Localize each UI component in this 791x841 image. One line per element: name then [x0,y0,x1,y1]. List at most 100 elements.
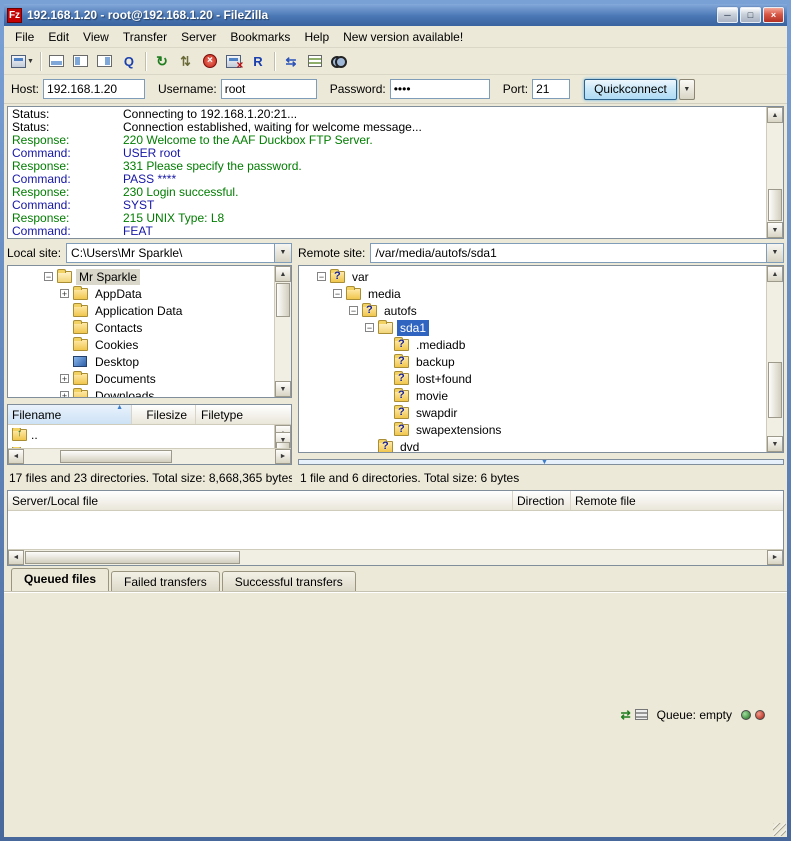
toggle-local-tree-button[interactable] [69,49,93,73]
refresh-button[interactable]: ↻ [150,49,174,73]
process-queue-button[interactable]: ⇄ [174,49,198,73]
scroll-right-arrow[interactable]: ► [275,449,291,464]
menu-edit[interactable]: Edit [41,27,76,47]
scroll-left-arrow[interactable]: ◄ [8,449,24,464]
queue-horizontal-scrollbar[interactable]: ◄ ► [8,549,783,565]
tree-item-movie[interactable]: movie [299,387,783,404]
scrollbar-thumb[interactable] [768,362,782,418]
tree-item-mediadb[interactable]: .mediadb [299,336,783,353]
scroll-right-arrow[interactable]: ► [767,550,783,565]
expand-icon[interactable] [60,289,69,298]
column-header-filetype[interactable]: Filetype [196,405,291,424]
local-list-horizontal-scrollbar[interactable]: ◄ ► [8,448,291,464]
toggle-remote-tree-button[interactable] [93,49,117,73]
port-input[interactable] [532,79,570,99]
scrollbar-thumb[interactable] [25,551,240,564]
collapse-icon[interactable] [317,272,326,281]
local-list-vertical-scrollbar[interactable]: ▲ ▼ [274,425,291,448]
site-manager-button[interactable]: ▼ [9,49,36,73]
menu-server[interactable]: Server [174,27,223,47]
tree-item-contacts[interactable]: Contacts [8,319,291,336]
find-files-button[interactable] [327,49,351,73]
combo-dropdown-icon[interactable]: ▼ [766,244,783,262]
tree-item-autofs[interactable]: autofs [299,302,783,319]
statusbar: ⇄ Queue: empty [4,591,787,837]
column-header-remote-file[interactable]: Remote file [571,491,783,510]
synchronized-browsing-button[interactable] [303,49,327,73]
quickconnect-button[interactable]: Quickconnect [584,79,677,100]
tree-item-desktop[interactable]: Desktop [8,353,291,370]
tab-failed-transfers[interactable]: Failed transfers [111,571,220,591]
tree-item-dvd[interactable]: dvd [299,438,783,453]
tree-item-media[interactable]: media [299,285,783,302]
reconnect-button[interactable]: R [246,49,270,73]
collapse-icon[interactable] [349,306,358,315]
tab-queued-files[interactable]: Queued files [11,568,109,591]
password-input[interactable] [390,79,490,99]
tree-item-swapdir[interactable]: swapdir [299,404,783,421]
menu-bookmarks[interactable]: Bookmarks [223,27,297,47]
titlebar[interactable]: Fz 192.168.1.20 - root@192.168.1.20 - Fi… [4,4,787,26]
expand-icon[interactable] [60,374,69,383]
scrollbar-thumb[interactable] [768,189,782,221]
expand-icon[interactable] [60,391,69,398]
minimize-button[interactable]: ─ [717,7,738,23]
column-header-direction[interactable]: Direction [513,491,571,510]
close-button[interactable]: × [763,7,784,23]
menu-view[interactable]: View [76,27,116,47]
collapse-icon[interactable] [44,272,53,281]
remote-site-combo[interactable]: /var/media/autofs/sda1 ▼ [370,243,784,263]
collapse-icon[interactable] [333,289,342,298]
tree-item-documents[interactable]: Documents [8,370,291,387]
toggle-message-log-button[interactable] [45,49,69,73]
tree-item-appdata[interactable]: AppData [8,285,291,302]
tree-item-sda1[interactable]: sda1 [299,319,783,336]
open-folder-icon [378,322,393,334]
tree-item-downloads[interactable]: Downloads [8,387,291,398]
host-input[interactable] [43,79,145,99]
local-tree-vertical-scrollbar[interactable]: ▲ ▼ [274,266,291,397]
tab-successful-transfers[interactable]: Successful transfers [222,571,356,591]
unknown-folder-icon [394,407,409,419]
scroll-up-arrow[interactable]: ▲ [767,107,783,123]
unknown-folder-icon [378,441,393,453]
menu-file[interactable]: File [8,27,41,47]
tree-item-swapextensions[interactable]: swapextensions [299,421,783,438]
scroll-down-arrow[interactable]: ▼ [275,381,291,397]
scroll-down-arrow[interactable]: ▼ [767,436,783,452]
quickconnect-dropdown-button[interactable]: ▼ [679,79,695,100]
tree-item-cookies[interactable]: Cookies [8,336,291,353]
resize-grip[interactable] [773,823,786,836]
scroll-left-arrow[interactable]: ◄ [8,550,24,565]
scroll-down-arrow[interactable]: ▼ [767,222,783,238]
tree-item-application-data[interactable]: Application Data [8,302,291,319]
column-header-filesize[interactable]: Filesize [132,405,196,424]
directory-comparison-button[interactable]: ⇆ [279,49,303,73]
tree-item-lost-found[interactable]: lost+found [299,370,783,387]
cancel-button[interactable]: × [198,49,222,73]
maximize-button[interactable]: □ [740,7,761,23]
scroll-up-arrow[interactable]: ▲ [275,266,291,282]
column-header-filename[interactable]: Filename▼ [299,460,783,465]
scrollbar-thumb[interactable] [276,283,290,317]
tree-item-backup[interactable]: backup [299,353,783,370]
scroll-up-arrow[interactable]: ▲ [767,266,783,282]
tree-item-mr-sparkle[interactable]: Mr Sparkle [8,268,291,285]
menu-help[interactable]: Help [297,27,336,47]
remote-tree-vertical-scrollbar[interactable]: ▲ ▼ [766,266,783,452]
menu-new-version[interactable]: New version available! [336,27,470,47]
column-header-server-local-file[interactable]: Server/Local file [8,491,513,510]
column-header-filename[interactable]: Filename▲ [8,405,132,424]
scrollbar-thumb[interactable] [60,450,172,463]
local-site-combo[interactable]: C:\Users\Mr Sparkle\ ▼ [66,243,292,263]
collapse-icon[interactable] [365,323,374,332]
toggle-queue-button[interactable]: Q [117,49,141,73]
tree-item-var[interactable]: var [299,268,783,285]
queue-header: Server/Local file Direction Remote file [8,491,783,511]
disconnect-button[interactable] [222,49,246,73]
username-input[interactable] [221,79,317,99]
menu-transfer[interactable]: Transfer [116,27,174,47]
file-row[interactable]: .. [8,425,291,444]
log-vertical-scrollbar[interactable]: ▲ ▼ [766,107,783,238]
combo-dropdown-icon[interactable]: ▼ [274,244,291,262]
